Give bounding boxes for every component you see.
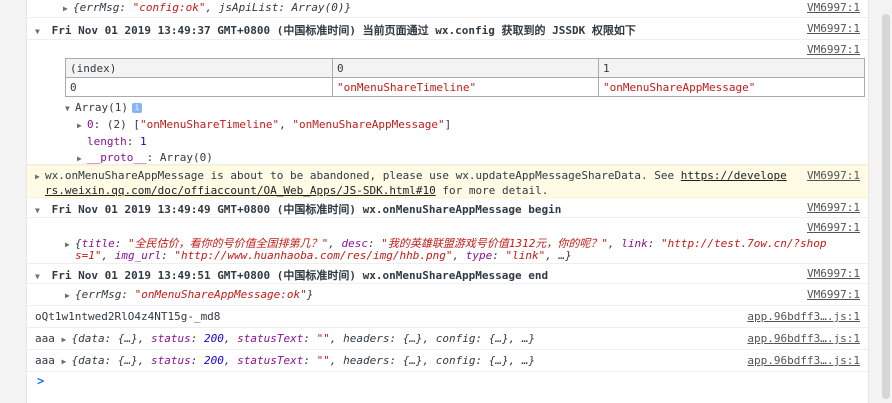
group-title: wx.onMenuShareAppMessage end <box>362 269 549 282</box>
group-title: 当前页面通过 wx.config 获取到的 JSSDK 权限如下 <box>362 24 636 37</box>
docs-link[interactable]: https://develope <box>681 169 787 182</box>
source-link[interactable]: VM6997:1 <box>807 221 860 234</box>
collapse-triangle-icon[interactable]: ▼ <box>35 272 45 281</box>
table-header-1[interactable]: 1 <box>598 58 865 78</box>
console-message-config-ok: ▶ {errMsg: "config:ok", jsApiList: Array(… <box>27 0 868 18</box>
source-link[interactable]: VM6997:1 <box>807 288 860 301</box>
console-message-share-object: VM6997:1 ▶ {title: "全民估价，看你的号价值全国排第几？", d… <box>27 218 868 264</box>
data-table: (index) 0 1 0 "onMenuShareTimeline" "onM… <box>65 58 865 97</box>
table-header-index[interactable]: (index) <box>65 58 333 78</box>
array-item-0[interactable]: ▶ 0: (2) ["onMenuShareTimeline", "onMenuS… <box>77 118 451 131</box>
expand-triangle-icon[interactable]: ▶ <box>65 291 75 300</box>
log-text: oQt1w1ntwed2RlO4z4NT15g-_md8 <box>35 310 221 323</box>
expand-triangle-icon[interactable]: ▶ <box>35 172 45 181</box>
source-link[interactable]: VM6997:1 <box>807 1 860 14</box>
expand-triangle-icon[interactable]: ▶ <box>77 121 87 130</box>
collapse-triangle-icon[interactable]: ▼ <box>35 27 45 36</box>
expand-triangle-icon[interactable]: ▶ <box>62 357 72 366</box>
table-row: 0 "onMenuShareTimeline" "onMenuShareAppM… <box>65 77 865 97</box>
expand-triangle-icon[interactable]: ▶ <box>65 240 75 249</box>
expand-triangle-icon[interactable]: ▶ <box>63 4 73 13</box>
console-prompt-icon[interactable]: > <box>37 374 44 388</box>
source-link[interactable]: app.96bdff3….js:1 <box>747 354 860 367</box>
console-message-openid: oQt1w1ntwed2RlO4z4NT15g-_md8 app.96bdff3… <box>27 306 868 328</box>
console-message-response: aaa ▶ {data: {…}, status: 200, statusText… <box>27 350 868 372</box>
object-preview[interactable]: ▶ {errMsg: "onMenuShareAppMessage:ok"} <box>65 288 313 301</box>
expand-triangle-icon[interactable]: ▶ <box>62 335 72 344</box>
info-icon[interactable]: i <box>131 103 142 113</box>
group-title: wx.onMenuShareAppMessage begin <box>362 203 562 216</box>
object-preview[interactable]: ▶ {errMsg: "config:ok", jsApiList: Array(… <box>63 1 351 14</box>
table-cell: "onMenuShareAppMessage" <box>598 77 865 97</box>
console-warning: ▶ wx.onMenuShareAppMessage is about to be… <box>27 165 868 198</box>
scrollbar[interactable] <box>880 0 892 403</box>
object-preview[interactable]: ▶ {data: {…}, status: 200, statusText: ""… <box>62 332 536 345</box>
source-link[interactable]: VM6997:1 <box>807 201 860 214</box>
console-message-response: aaa ▶ {data: {…}, status: 200, statusText… <box>27 328 868 350</box>
source-link[interactable]: app.96bdff3….js:1 <box>747 332 860 345</box>
source-link[interactable]: VM6997:1 <box>807 43 860 56</box>
expand-triangle-icon[interactable]: ▶ <box>77 154 87 163</box>
timestamp: Fri Nov 01 2019 13:49:51 GMT+0800 (中国标准时… <box>51 269 357 282</box>
timestamp: Fri Nov 01 2019 13:49:49 GMT+0800 (中国标准时… <box>51 203 357 216</box>
log-label: aaa <box>35 354 55 367</box>
timestamp: Fri Nov 01 2019 13:49:37 GMT+0800 (中国标准时… <box>51 24 357 37</box>
source-link[interactable]: app.96bdff3….js:1 <box>747 310 860 323</box>
console-panel: ▶ {errMsg: "config:ok", jsApiList: Array(… <box>26 0 869 403</box>
console-group-header-begin[interactable]: ▼ Fri Nov 01 2019 13:49:49 GMT+0800 (中国标… <box>27 198 868 218</box>
source-link[interactable]: VM6997:1 <box>807 169 860 182</box>
source-link[interactable]: VM6997:1 <box>807 267 860 280</box>
collapse-triangle-icon[interactable]: ▼ <box>65 104 75 113</box>
console-message-table: VM6997:1 (index) 0 1 0 "onMenuShareTimel… <box>27 40 868 165</box>
console-group-header-end[interactable]: ▼ Fri Nov 01 2019 13:49:51 GMT+0800 (中国标… <box>27 264 868 284</box>
docs-link-cont[interactable]: rs.weixin.qq.com/doc/offiaccount/OA_Web_… <box>45 184 436 197</box>
array-preview[interactable]: ▼ Array(1) i <box>65 101 142 114</box>
scrollbar-thumb[interactable] <box>882 14 890 399</box>
console-message-share-ok: ▶ {errMsg: "onMenuShareAppMessage:ok"} VM… <box>27 284 868 306</box>
object-preview[interactable]: ▶ {data: {…}, status: 200, statusText: ""… <box>62 354 536 367</box>
log-label: aaa <box>35 332 55 345</box>
collapse-triangle-icon[interactable]: ▼ <box>35 206 45 215</box>
table-cell: "onMenuShareTimeline" <box>332 77 599 97</box>
table-cell: 0 <box>65 77 333 97</box>
array-proto[interactable]: ▶ __proto__: Array(0) <box>77 151 213 164</box>
array-length: length: 1 <box>87 135 147 148</box>
table-header-0[interactable]: 0 <box>332 58 599 78</box>
source-link[interactable]: VM6997:1 <box>807 22 860 35</box>
console-group-header-jssdk[interactable]: ▼ Fri Nov 01 2019 13:49:37 GMT+0800 (中国标… <box>27 18 868 40</box>
